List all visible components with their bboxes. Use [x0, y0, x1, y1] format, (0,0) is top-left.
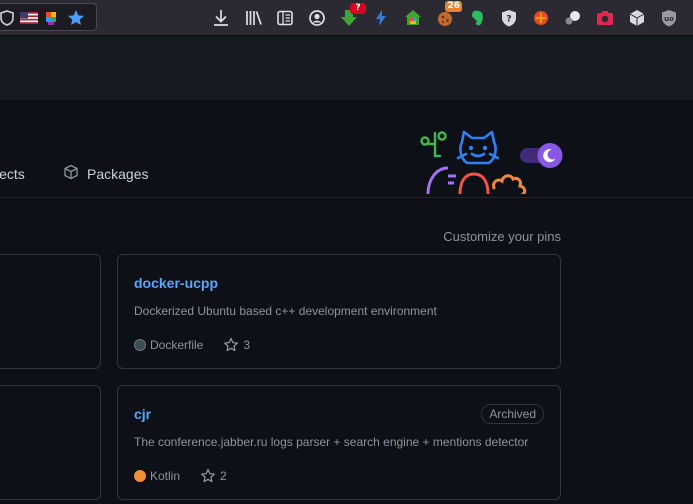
repo-description: Dockerized Ubuntu based c++ development …	[134, 304, 437, 318]
tab-packages-label: Packages	[87, 166, 149, 182]
tab-projects-label: jects	[0, 166, 25, 182]
repo-language: Kotlin	[150, 469, 181, 483]
package-icon	[63, 164, 79, 185]
repo-description: The conference.jabber.ru logs parser + s…	[134, 435, 529, 449]
shield-icon[interactable]	[0, 7, 18, 29]
account-icon[interactable]	[306, 7, 328, 29]
pinned-repo-card: docker-ucpp Dockerized Ubuntu based c++ …	[117, 254, 561, 369]
tab-packages[interactable]: Packages	[63, 164, 148, 184]
repo-star-count: 3	[243, 338, 251, 352]
privacy-badger-icon[interactable]: ?	[498, 7, 520, 29]
colorful-extension-icon[interactable]	[40, 7, 62, 29]
pinned-repo-card-partial[interactable]	[0, 385, 101, 500]
repo-meta: Kotlin 2	[134, 468, 227, 484]
us-flag-icon[interactable]	[18, 7, 40, 29]
bug-extension-icon[interactable]	[530, 7, 552, 29]
cookie-badge: 26	[445, 1, 462, 12]
svg-text:uo: uo	[664, 15, 674, 23]
customize-pins-link[interactable]: Customize your pins	[440, 229, 561, 244]
star-icon	[201, 468, 215, 483]
download-helper-badge: ?	[350, 3, 366, 14]
browser-toolbar: ? 26 ? uo	[0, 0, 693, 36]
ublock-icon[interactable]: uo	[658, 7, 680, 29]
library-icon[interactable]	[243, 7, 265, 29]
theme-toggle[interactable]	[519, 142, 564, 169]
lightning-extension-icon[interactable]	[370, 7, 392, 29]
repo-name-link[interactable]: docker-ucpp	[134, 275, 218, 291]
cookie-extension-icon[interactable]: 26	[434, 1, 462, 29]
evernote-icon[interactable]	[466, 7, 488, 29]
site-header	[0, 36, 693, 100]
repo-stars[interactable]: 3	[223, 337, 250, 353]
pinned-repo-card: cjr Archived The conference.jabber.ru lo…	[117, 385, 561, 500]
bookmark-star-icon[interactable]	[65, 7, 87, 29]
repo-name-link[interactable]: cjr	[134, 406, 151, 422]
svg-text:?: ?	[506, 15, 511, 25]
star-icon	[224, 337, 239, 352]
repo-stars[interactable]: 2	[200, 468, 227, 484]
extension-icon[interactable]	[562, 7, 584, 29]
repo-meta: Dockerfile 3	[134, 337, 250, 353]
reader-view-icon[interactable]	[274, 7, 296, 29]
language-color-dot	[134, 339, 146, 351]
pinned-repo-card-partial[interactable]	[0, 254, 101, 369]
screenshot-icon[interactable]	[594, 7, 616, 29]
language-color-dot	[134, 470, 146, 482]
download-icon[interactable]	[210, 7, 232, 29]
tab-divider	[0, 197, 693, 198]
url-bar[interactable]	[0, 3, 97, 31]
tab-projects[interactable]: jects	[0, 164, 25, 184]
repo-language: Dockerfile	[150, 338, 204, 352]
house-extension-icon[interactable]	[402, 7, 424, 29]
repo-star-count: 2	[220, 469, 227, 483]
cube-extension-icon[interactable]	[626, 7, 648, 29]
download-helper-icon[interactable]: ?	[338, 3, 366, 29]
archived-badge: Archived	[481, 404, 544, 424]
